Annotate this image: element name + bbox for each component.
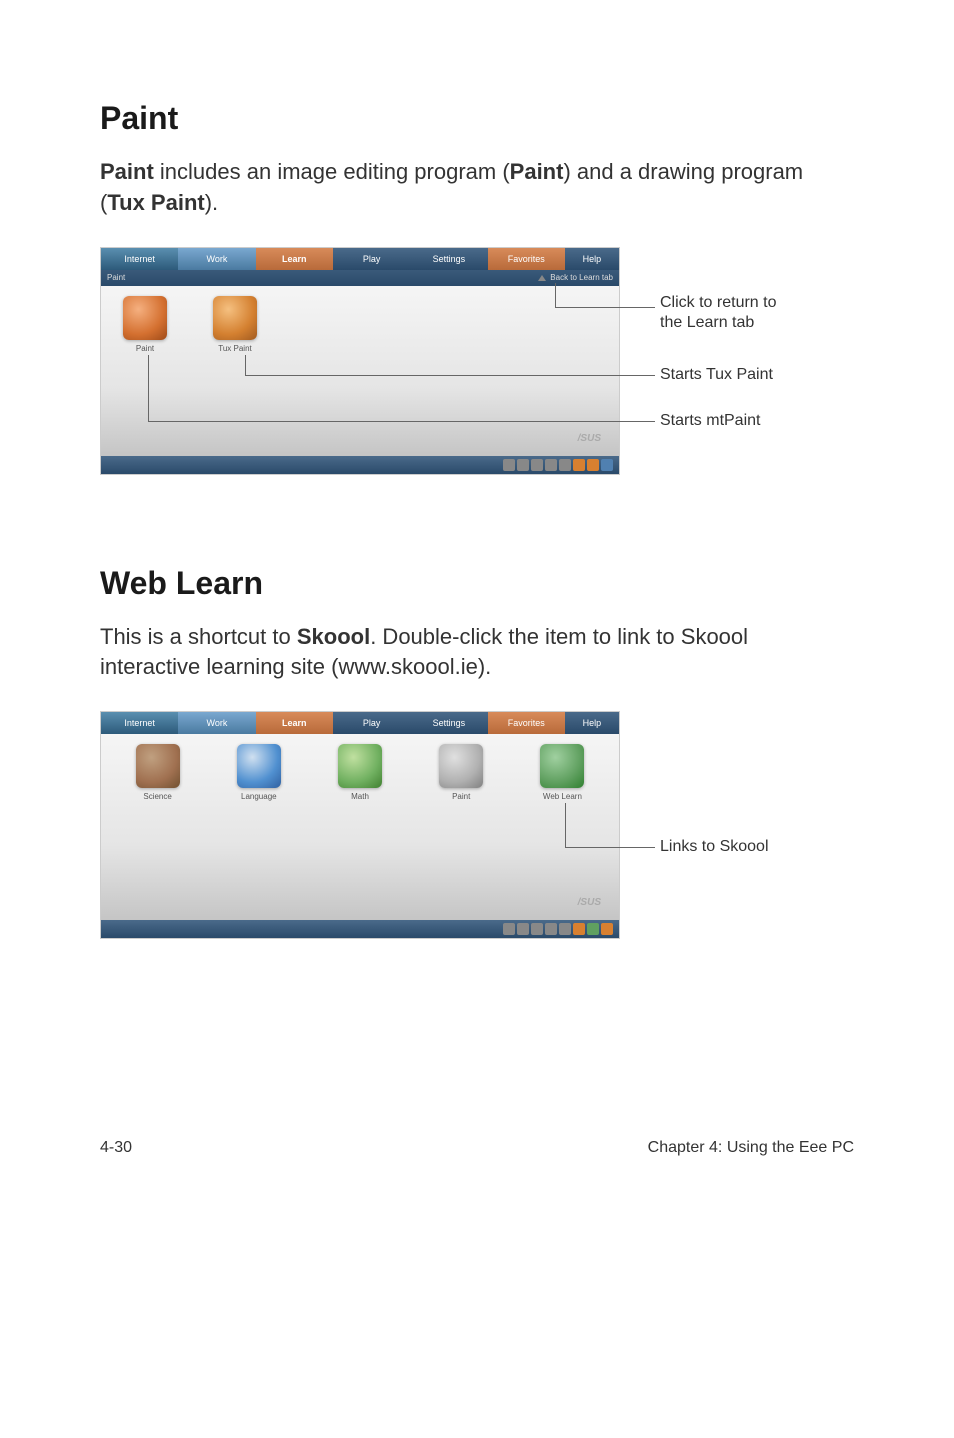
nav-bar: Internet Work Learn Play Settings Favori… — [101, 248, 619, 270]
science-icon-label: Science — [143, 792, 171, 801]
callout-line — [565, 847, 655, 848]
screenshot-weblearn: Internet Work Learn Play Settings Favori… — [100, 711, 620, 939]
tab-favorites[interactable]: Favorites — [488, 712, 565, 734]
back-link-label: Back to Learn tab — [550, 273, 613, 282]
paint-app-icon[interactable]: Paint — [419, 744, 504, 801]
tray-icon[interactable] — [559, 923, 571, 935]
tab-learn[interactable]: Learn — [256, 712, 333, 734]
paint-icon-label: Paint — [136, 344, 154, 353]
task-bar — [101, 456, 619, 474]
content-area: Paint Tux Paint /SUS — [101, 286, 619, 456]
intro-text-1: includes an image editing program ( — [154, 159, 510, 184]
callout-line — [148, 421, 655, 422]
intro-bold-tuxpaint: Tux Paint — [107, 190, 204, 215]
callout-line — [245, 355, 246, 375]
content-area: Science Language Math Paint Web Learn — [101, 734, 619, 920]
intro-bold-paint2: Paint — [510, 159, 564, 184]
callout-tuxpaint: Starts Tux Paint — [660, 365, 773, 386]
callout-return-l1: Click to return to — [660, 294, 776, 311]
tray-icon[interactable] — [601, 923, 613, 935]
language-icon — [237, 744, 281, 788]
paint-icon-label: Paint — [452, 792, 470, 801]
tab-play[interactable]: Play — [333, 712, 410, 734]
callout-line — [555, 307, 655, 308]
weblearn-icon-label: Web Learn — [543, 792, 582, 801]
tab-help[interactable]: Help — [565, 248, 619, 270]
page-footer: 4-30 Chapter 4: Using the Eee PC — [100, 1139, 854, 1157]
tray-icon[interactable] — [573, 923, 585, 935]
callout-return-learn: Click to return to the Learn tab — [660, 293, 776, 335]
tray-icon[interactable] — [517, 923, 529, 935]
screenshot-paint: Internet Work Learn Play Settings Favori… — [100, 247, 620, 475]
tuxpaint-app-icon[interactable]: Tux Paint — [205, 296, 265, 353]
tab-work[interactable]: Work — [178, 248, 255, 270]
intro-bold-paint1: Paint — [100, 159, 154, 184]
tab-work[interactable]: Work — [178, 712, 255, 734]
tab-help[interactable]: Help — [565, 712, 619, 734]
tab-internet[interactable]: Internet — [101, 712, 178, 734]
tab-play[interactable]: Play — [333, 248, 410, 270]
asus-logo: /SUS — [578, 433, 601, 444]
math-icon — [338, 744, 382, 788]
weblearn-icon — [540, 744, 584, 788]
tray-icon[interactable] — [587, 923, 599, 935]
tray-icon[interactable] — [587, 459, 599, 471]
weblearn-heading: Web Learn — [100, 565, 854, 602]
asus-logo: /SUS — [578, 897, 601, 908]
subbar-title: Paint — [107, 273, 125, 282]
sub-bar: Paint Back to Learn tab — [101, 270, 619, 286]
footer-page-number: 4-30 — [100, 1139, 132, 1157]
weblearn-intro: This is a shortcut to Skoool. Double-cli… — [100, 622, 854, 684]
tray-icon[interactable] — [573, 459, 585, 471]
tab-settings[interactable]: Settings — [410, 248, 487, 270]
language-icon-label: Language — [241, 792, 277, 801]
tray-icon[interactable] — [559, 459, 571, 471]
weblearn-intro-bold: Skoool — [297, 624, 370, 649]
callout-line — [555, 283, 556, 307]
tab-internet[interactable]: Internet — [101, 248, 178, 270]
tab-settings[interactable]: Settings — [410, 712, 487, 734]
tray-icon[interactable] — [545, 459, 557, 471]
intro-text-3: ). — [205, 190, 218, 215]
tuxpaint-icon-label: Tux Paint — [218, 344, 252, 353]
figure-paint: Internet Work Learn Play Settings Favori… — [100, 247, 854, 475]
tray-icon[interactable] — [503, 923, 515, 935]
tray-icon[interactable] — [503, 459, 515, 471]
weblearn-app-icon[interactable]: Web Learn — [520, 744, 605, 801]
paint-intro: Paint includes an image editing program … — [100, 157, 854, 219]
science-icon — [136, 744, 180, 788]
figure-weblearn: Internet Work Learn Play Settings Favori… — [100, 711, 854, 939]
nav-bar: Internet Work Learn Play Settings Favori… — [101, 712, 619, 734]
task-bar — [101, 920, 619, 938]
tray-icon[interactable] — [601, 459, 613, 471]
footer-chapter: Chapter 4: Using the Eee PC — [648, 1139, 854, 1157]
callout-line — [245, 375, 655, 376]
tray-icon[interactable] — [517, 459, 529, 471]
weblearn-intro-pre: This is a shortcut to — [100, 624, 297, 649]
math-app-icon[interactable]: Math — [317, 744, 402, 801]
math-icon-label: Math — [351, 792, 369, 801]
science-app-icon[interactable]: Science — [115, 744, 200, 801]
tab-learn[interactable]: Learn — [256, 248, 333, 270]
tray-icon[interactable] — [531, 459, 543, 471]
paint-icon — [123, 296, 167, 340]
paint-icon — [439, 744, 483, 788]
tuxpaint-icon — [213, 296, 257, 340]
callout-mtpaint: Starts mtPaint — [660, 411, 760, 432]
callout-line — [565, 803, 566, 847]
tray-icon[interactable] — [545, 923, 557, 935]
back-to-learn-link[interactable]: Back to Learn tab — [538, 273, 613, 282]
tray-icon[interactable] — [531, 923, 543, 935]
callout-return-l2: the Learn tab — [660, 314, 754, 331]
paint-heading: Paint — [100, 100, 854, 137]
callout-line — [148, 355, 149, 421]
back-arrow-icon — [538, 275, 546, 281]
tab-favorites[interactable]: Favorites — [488, 248, 565, 270]
callout-links-skoool: Links to Skoool — [660, 837, 769, 858]
language-app-icon[interactable]: Language — [216, 744, 301, 801]
paint-app-icon[interactable]: Paint — [115, 296, 175, 353]
